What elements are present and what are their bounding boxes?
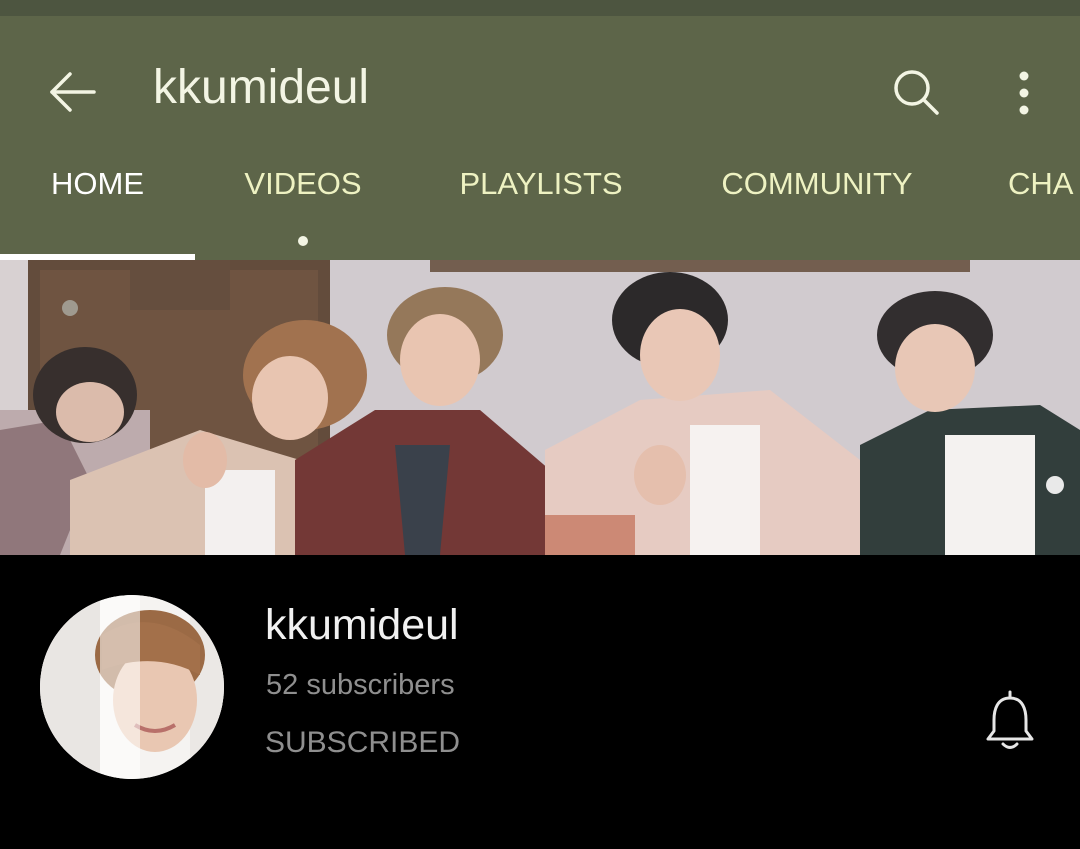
bell-icon bbox=[986, 690, 1034, 749]
avatar-photo bbox=[40, 595, 224, 779]
channel-name: kkumideul bbox=[265, 601, 459, 649]
subscriber-count: 52 subscribers bbox=[266, 669, 455, 701]
channel-tabs: HOME VIDEOS PLAYLISTS COMMUNITY CHA bbox=[0, 160, 1080, 260]
new-content-dot bbox=[298, 236, 308, 246]
channel-title: kkumideul bbox=[153, 61, 370, 114]
status-bar bbox=[0, 0, 1080, 16]
notification-bell-button[interactable] bbox=[980, 689, 1040, 753]
tab-channels[interactable]: CHA bbox=[1008, 160, 1080, 260]
tab-home[interactable]: HOME bbox=[0, 160, 195, 260]
search-button[interactable] bbox=[886, 62, 946, 122]
back-button[interactable] bbox=[44, 62, 104, 122]
subscribed-button[interactable]: SUBSCRIBED bbox=[265, 726, 460, 760]
arrow-left-icon bbox=[50, 72, 96, 112]
avatar[interactable] bbox=[40, 595, 224, 779]
search-icon bbox=[894, 70, 939, 115]
more-options-button[interactable] bbox=[994, 62, 1054, 122]
channel-header: kkumideul 52 subscribers SUBSCRIBED bbox=[0, 555, 1080, 849]
banner-photo bbox=[0, 260, 1080, 555]
tab-community[interactable]: COMMUNITY bbox=[706, 160, 928, 260]
tab-playlists[interactable]: PLAYLISTS bbox=[450, 160, 632, 260]
more-vert-icon bbox=[1019, 71, 1029, 115]
channel-banner bbox=[0, 260, 1080, 555]
app-bar: kkumideul HOME VIDEOS PLAYLISTS COMMUNIT… bbox=[0, 16, 1080, 260]
